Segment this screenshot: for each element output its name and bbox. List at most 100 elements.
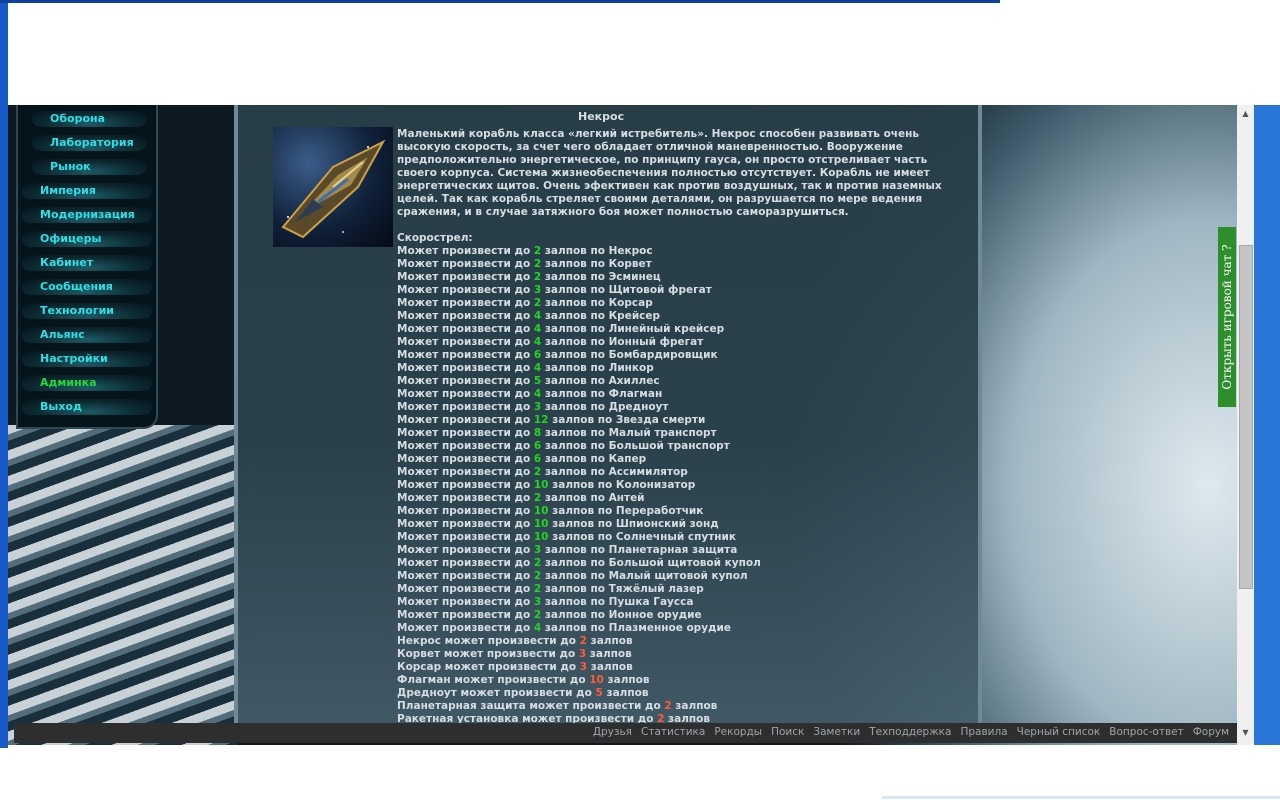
rapidfire-text: Может произвести до xyxy=(397,479,534,491)
menu-item[interactable]: Лаборатория xyxy=(32,135,146,151)
ship-description: Маленький корабль класса «легкий истреби… xyxy=(397,128,942,218)
rapidfire-text: Может произвести до xyxy=(397,518,534,530)
rapidfire-count: 3 xyxy=(579,661,588,673)
rapidfire-text: залпов по Линкор xyxy=(541,362,654,374)
rapidfire-count: 12 xyxy=(533,414,549,426)
side-menu: Оборона Лаборатория Рынок Империя Модернизац… xyxy=(16,105,158,429)
rapidfire-line: Корвет может произвести до 3 залпов xyxy=(397,648,761,661)
scroll-up-icon[interactable]: ▲ xyxy=(1237,105,1254,122)
footer-link[interactable]: Черный список xyxy=(1017,726,1101,738)
rapidfire-line: Может произвести до 3 залпов по Пушка Га… xyxy=(397,596,761,609)
rapidfire-count: 10 xyxy=(533,505,549,517)
menu-item[interactable]: Настройки xyxy=(22,351,152,367)
menu-item[interactable]: Империя xyxy=(22,183,152,199)
rapidfire-line: Может произвести до 3 залпов по Щитовой … xyxy=(397,284,761,297)
rapidfire-text: залпов по Переработчик xyxy=(548,505,704,517)
rapidfire-text: залпов по Шпионский зонд xyxy=(548,518,719,530)
rapidfire-text: залпов xyxy=(587,661,633,673)
rapidfire-text: залпов по Большой транспорт xyxy=(541,440,730,452)
footer-link[interactable]: Вопрос-ответ xyxy=(1109,726,1183,738)
rapidfire-text: Флагман может произвести до xyxy=(397,674,590,686)
rapidfire-text: залпов xyxy=(603,674,650,686)
footer-link[interactable]: Рекорды xyxy=(714,726,762,738)
rapidfire-text: Может произвести до xyxy=(397,466,534,478)
rapidfire-line: Может произвести до 2 залпов по Ионное о… xyxy=(397,609,761,622)
ship-info-panel: Некрос Маленький корабль класса «легкий … xyxy=(234,105,982,723)
menu-item[interactable]: Офицеры xyxy=(22,231,152,247)
rapidfire-text: Может произвести до xyxy=(397,362,534,374)
rapidfire-text: залпов по Линейный крейсер xyxy=(541,323,725,335)
open-chat-tab[interactable]: Открыть игровой чат ? xyxy=(1218,227,1236,407)
menu-item[interactable]: Технологии xyxy=(22,303,152,319)
footer-link[interactable]: Форум xyxy=(1193,726,1229,738)
footer-link[interactable]: Правила xyxy=(960,726,1007,738)
rapidfire-line: Может произвести до 4 залпов по Флагман xyxy=(397,388,761,401)
rapidfire-count: 10 xyxy=(533,518,549,530)
footer-link[interactable]: Статистика xyxy=(641,726,705,738)
rapidfire-text: Может произвести до xyxy=(397,245,534,257)
rapidfire-text: Может произвести до xyxy=(397,388,534,400)
rapidfire-text: Может произвести до xyxy=(397,401,534,413)
rapidfire-text: залпов xyxy=(586,648,632,660)
footer-link[interactable]: Друзья xyxy=(593,726,632,738)
scroll-down-icon[interactable]: ▼ xyxy=(1237,724,1254,741)
menu-item[interactable]: Рынок xyxy=(32,159,146,175)
rapidfire-text: Может произвести до xyxy=(397,596,534,608)
rapidfire-count: 2 xyxy=(664,700,672,712)
rapidfire-line: Может произвести до 10 залпов по Солнечн… xyxy=(397,531,761,544)
rapidfire-line: Ракетная установка может произвести до 2… xyxy=(397,713,761,723)
ship-title: Некрос xyxy=(578,110,625,123)
rapidfire-text: Может произвести до xyxy=(397,284,534,296)
rapidfire-text: Некрос может произвести до xyxy=(397,635,580,647)
rapidfire-text: залпов по Дредноут xyxy=(541,401,669,413)
footer-link[interactable]: Поиск xyxy=(771,726,804,738)
vertical-scrollbar[interactable]: ▲ ▼ xyxy=(1237,105,1254,745)
rapidfire-line: Может произвести до 2 залпов по Антей xyxy=(397,492,761,505)
rapidfire-text: залпов xyxy=(664,713,711,723)
rapidfire-line: Может произвести до 10 залпов по Перераб… xyxy=(397,505,761,518)
rapidfire-text: залпов по Ионное орудие xyxy=(541,609,702,621)
menu-item[interactable]: Выход xyxy=(22,399,152,415)
rapidfire-count: 10 xyxy=(533,479,549,491)
rapidfire-text: залпов xyxy=(586,635,633,647)
menu-item[interactable]: Альянс xyxy=(22,327,152,343)
rapidfire-text: Может произвести до xyxy=(397,557,534,569)
rapidfire-text: залпов по Ахиллес xyxy=(541,375,660,387)
rapidfire-text: Может произвести до xyxy=(397,414,534,426)
rapidfire-text: залпов по Корвет xyxy=(541,258,652,270)
rapidfire-text: залпов по Планетарная защита xyxy=(541,544,738,556)
rapidfire-text: Может произвести до xyxy=(397,310,534,322)
menu-item[interactable]: Кабинет xyxy=(22,255,152,271)
footer-link[interactable]: Техподдержка xyxy=(869,726,951,738)
rapidfire-text: залпов по Солнечный спутник xyxy=(548,531,737,543)
rapidfire-text: залпов по Некрос xyxy=(541,245,653,257)
menu-item[interactable]: Оборона xyxy=(32,111,146,127)
scrollbar-thumb[interactable] xyxy=(1239,245,1253,589)
footer-link[interactable]: Заметки xyxy=(813,726,860,738)
rapidfire-text: Может произвести до xyxy=(397,297,534,309)
rapidfire-text: Может произвести до xyxy=(397,609,534,621)
rapidfire-text: залпов xyxy=(602,687,649,699)
menu-item[interactable]: Сообщения xyxy=(22,279,152,295)
rapidfire-text: залпов по Антей xyxy=(541,492,645,504)
game-viewport: Оборона Лаборатория Рынок Империя Модернизац… xyxy=(8,105,1237,745)
footer-bar: Друзья Статистика Рекорды Поиск Заметки Техпо… xyxy=(14,723,1237,743)
rapidfire-text: Корсар может произвести до xyxy=(397,661,580,673)
rapidfire-line: Может произвести до 2 залпов по Ассимиля… xyxy=(397,466,761,479)
rapidfire-text: Может произвести до xyxy=(397,531,534,543)
ship-image xyxy=(273,127,393,247)
menu-item[interactable]: Админка xyxy=(22,375,152,391)
rapidfire-text: Может произвести до xyxy=(397,336,534,348)
rapidfire-line: Может произвести до 2 залпов по Эсминец xyxy=(397,271,761,284)
rapidfire-text: Может произвести до xyxy=(397,583,534,595)
rapidfire-line: Может произвести до 2 залпов по Корсар xyxy=(397,297,761,310)
blank-header-area xyxy=(8,3,1280,105)
rapidfire-text: залпов по Флагман xyxy=(541,388,663,400)
rapidfire-text: залпов по Звезда смерти xyxy=(548,414,706,426)
rapidfire-line: Может произвести до 4 залпов по Линкор xyxy=(397,362,761,375)
menu-item[interactable]: Модернизация xyxy=(22,207,152,223)
rapidfire-line: Может произвести до 2 залпов по Большой … xyxy=(397,557,761,570)
rapidfire-line: Дредноут может произвести до 5 залпов xyxy=(397,687,761,700)
rapidfire-line: Может произвести до 6 залпов по Капер xyxy=(397,453,761,466)
rapidfire-text: Может произвести до xyxy=(397,375,534,387)
